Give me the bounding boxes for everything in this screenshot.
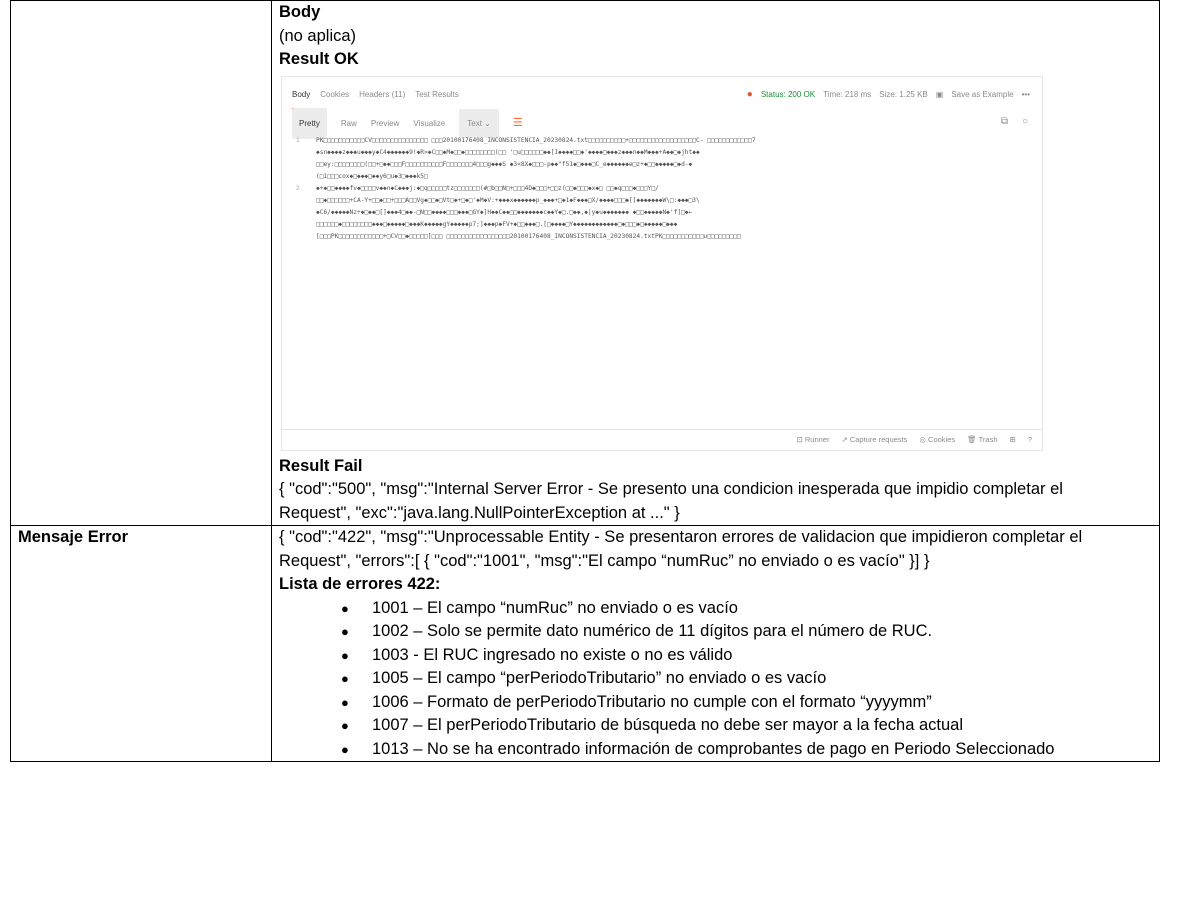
result-fail-json: { "cod":"500", "msg":"Internal Server Er… (279, 480, 1063, 522)
code-line: [□□□PK□□□□□□□□□□□□+□CV□□◆□□□□□[□□□ □□□□□… (316, 232, 741, 240)
response-cell: Body (no aplica) Result OK Body Cookies … (271, 0, 1160, 526)
footer-runner: ⊡ Runner (796, 434, 830, 444)
footer-capture-label: Capture requests (849, 434, 908, 444)
globe-icon: ● (746, 88, 753, 100)
footer-cookies: ◎ Cookies (919, 434, 956, 444)
response-status-bar: ● Status: 200 OK Time: 218 ms Size: 1.25… (747, 83, 1030, 107)
list-item: 1005 – El campo “perPeriodoTributario” n… (341, 667, 1159, 691)
body-value: (no aplica) (279, 26, 357, 45)
list-item: 1013 – No se ha encontrado información d… (341, 738, 1159, 762)
error-cell: { "cod":"422", "msg":"Unprocessable Enti… (271, 525, 1160, 762)
list-item: 1001 – El campo “numRuc” no enviado o es… (341, 597, 1159, 621)
list-item: 1007 – El perPeriodoTributario de búsque… (341, 714, 1159, 738)
save-icon: ▣ (935, 89, 944, 99)
tab-cookies: Cookies (320, 89, 350, 99)
error-label-cell: Mensaje Error (10, 525, 272, 762)
footer-trash-label: Trash (978, 434, 998, 444)
table-row: Mensaje Error { "cod":"422", "msg":"Unpr… (10, 525, 1160, 762)
size-text: Size: 1.25 KB (879, 89, 928, 99)
code-line: ◆sn◆◆◆◆z◆◆◆u◆◆◆y◆C4◆◆◆◆◆◆9!◆R>◆C□□◆M◆□□◆… (316, 148, 700, 156)
error-list: 1001 – El campo “numRuc” no enviado o es… (279, 597, 1159, 762)
footer-cookies-label: Cookies (928, 434, 956, 444)
result-fail-heading: Result Fail (279, 456, 363, 475)
response-body-code: 1 PK□□□□□□□□□□□CV□□□□□□□□□□□□□□□ □□□20100… (296, 135, 1026, 243)
footer-capture: ↗ Capture requests (841, 434, 908, 444)
footer-runner-label: Runner (804, 434, 830, 444)
more-icon: ••• (1021, 89, 1030, 99)
footer-trash: 🗑 Trash (967, 434, 998, 444)
copy-icon: ⧉ (1000, 115, 1008, 127)
code-text: ◆+◆□□◆◆◆◆fv◆□□□□v◆◆n◆C◆◆◆j:◆□q□□□□□tz□□□… (316, 184, 659, 192)
code-line: (□1□□□cox◆□◆◆◆□◆◆y6□u◆3□◆◆◆k5□ (316, 172, 428, 180)
error-list-heading: Lista de errores 422: (279, 575, 441, 593)
response-tools: ⧉ ○ (1001, 110, 1028, 134)
wrap-lines-icon: ☰ (512, 116, 523, 129)
tab-body: Body (292, 83, 311, 110)
view-preview: Preview (370, 118, 400, 128)
help-icon: ? (1027, 434, 1032, 444)
list-item: 1002 – Solo se permite dato numérico de … (341, 620, 1159, 644)
code-line: ◆C6/◆◆◆◆◆Nz+◆□◆◆□[]◆◆◆4□◆◆-□N□□◆◆◆◆□□□◆◆… (316, 208, 693, 216)
body-heading: Body (279, 3, 321, 21)
postman-footer: ⊡ Runner ↗ Capture requests ◎ Cookies 🗑 … (282, 428, 1042, 450)
code-line: □□□□□□◆□□□□□□□□◆◆◆□◆◆◆◆◆□◆◆◆K◆◆◆◆◆gY◆◆◆◆… (316, 220, 678, 228)
view-visualize: Visualize (413, 118, 446, 128)
line-number: 1 (296, 136, 300, 144)
response-tabs: Body Cookies Headers (11) Test Results (292, 83, 459, 110)
time-text: Time: 218 ms (823, 89, 872, 99)
code-line: □□ey:□□□□□□□□(□□+□◆◆□□□F□□□□□□□□□□F□□□□□… (316, 160, 693, 168)
view-raw: Raw (340, 118, 357, 128)
empty-label-cell (10, 0, 272, 526)
tab-test-results: Test Results (415, 89, 459, 99)
list-item: 1003 - El RUC ingresado no existe o no e… (341, 644, 1159, 668)
status-text: Status: 200 OK (760, 89, 816, 99)
code-line: 2 ◆+◆□□◆◆◆◆fv◆□□□□v◆◆n◆C◆◆◆j:◆□q□□□□□tz□□… (296, 183, 1026, 195)
postman-response-screenshot: Body Cookies Headers (11) Test Results ●… (281, 75, 1043, 451)
code-line: 1 PK□□□□□□□□□□□CV□□□□□□□□□□□□□□□ □□□20100… (296, 135, 1026, 147)
spec-table: Body (no aplica) Result OK Body Cookies … (10, 0, 1160, 762)
search-icon: ○ (1021, 115, 1028, 127)
grid-icon: ⊞ (1009, 434, 1016, 444)
format-label: Text (467, 118, 482, 128)
error-json: { "cod":"422", "msg":"Unprocessable Enti… (279, 528, 1083, 570)
save-example-label: Save as Example (951, 89, 1014, 99)
table-row: Body (no aplica) Result OK Body Cookies … (10, 0, 1160, 526)
list-item: 1006 – Formato de perPeriodoTributario n… (341, 691, 1159, 715)
result-ok-heading: Result OK (279, 50, 359, 68)
code-text: PK□□□□□□□□□□□CV□□□□□□□□□□□□□□□ □□□201001… (316, 136, 756, 144)
line-number: 2 (296, 184, 300, 192)
code-line: □□◆□□□□□□+CA-Y+□□◆□□+□□□A□□Vg◆□□◆□Vt□◆+□… (316, 196, 700, 204)
tab-headers: Headers (11) (359, 89, 406, 99)
